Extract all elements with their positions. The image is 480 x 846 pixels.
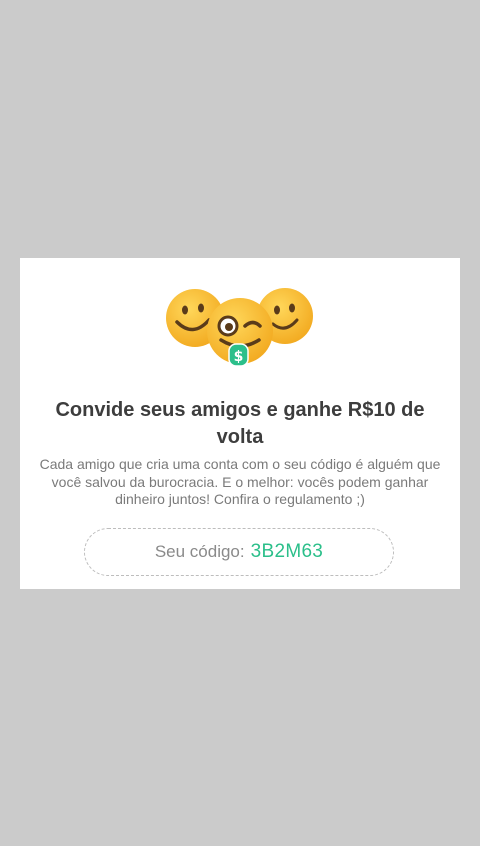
referral-code-box[interactable]: Seu código: 3B2M63	[84, 528, 394, 576]
smiling-emojis-with-money-tongue-icon: $	[165, 286, 315, 378]
referral-code-label: Seu código:	[154, 542, 245, 561]
dialog-description: Cada amigo que cria uma conta com o seu …	[39, 456, 441, 507]
dialog-title: Convide seus amigos e ganhe R$10 de volt…	[55, 399, 425, 448]
center-wink-emoji-icon: $	[207, 298, 273, 367]
invite-friends-dialog: $ Convide seus amigos e ganhe R$10 de vo…	[20, 258, 460, 589]
money-symbol: $	[234, 349, 244, 365]
referral-code-value[interactable]: 3B2M63	[251, 541, 324, 563]
